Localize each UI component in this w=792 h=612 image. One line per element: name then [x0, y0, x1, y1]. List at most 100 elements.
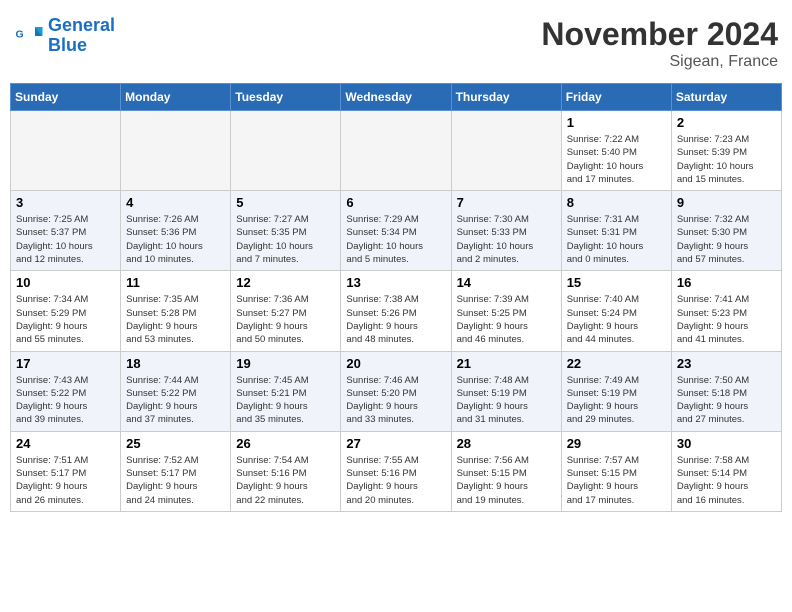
calendar-day-cell: 7 Sunrise: 7:30 AM Sunset: 5:33 PM Daylig… — [451, 191, 561, 271]
day-number: 6 — [346, 195, 445, 210]
day-info: Sunrise: 7:25 AM Sunset: 5:37 PM Dayligh… — [16, 213, 115, 266]
day-info: Sunrise: 7:22 AM Sunset: 5:40 PM Dayligh… — [567, 133, 666, 186]
calendar-day-cell — [231, 111, 341, 191]
calendar-day-cell: 24Sunrise: 7:51 AM Sunset: 5:17 PM Dayli… — [11, 431, 121, 511]
day-number: 22 — [567, 356, 666, 371]
calendar-day-cell: 11Sunrise: 7:35 AM Sunset: 5:28 PM Dayli… — [121, 271, 231, 351]
weekday-header: Monday — [121, 84, 231, 111]
calendar-day-cell: 19 Sunrise: 7:45 AM Sunset: 5:21 PM Dayli… — [231, 351, 341, 431]
day-info: Sunrise: 7:40 AM Sunset: 5:24 PM Dayligh… — [567, 293, 666, 346]
weekday-header: Sunday — [11, 84, 121, 111]
day-info: Sunrise: 7:41 AM Sunset: 5:23 PM Dayligh… — [677, 293, 776, 346]
calendar-day-cell: 25Sunrise: 7:52 AM Sunset: 5:17 PM Dayli… — [121, 431, 231, 511]
day-number: 2 — [677, 115, 776, 130]
calendar-day-cell: 5Sunrise: 7:27 AM Sunset: 5:35 PM Daylig… — [231, 191, 341, 271]
weekday-header: Wednesday — [341, 84, 451, 111]
day-info: Sunrise: 7:51 AM Sunset: 5:17 PM Dayligh… — [16, 454, 115, 507]
day-number: 5 — [236, 195, 335, 210]
day-number: 11 — [126, 275, 225, 290]
calendar-day-cell: 16 Sunrise: 7:41 AM Sunset: 5:23 PM Dayli… — [671, 271, 781, 351]
day-info: Sunrise: 7:26 AM Sunset: 5:36 PM Dayligh… — [126, 213, 225, 266]
day-info: Sunrise: 7:32 AM Sunset: 5:30 PM Dayligh… — [677, 213, 776, 266]
calendar-header-row: SundayMondayTuesdayWednesdayThursdayFrid… — [11, 84, 782, 111]
calendar-day-cell: 3 Sunrise: 7:25 AM Sunset: 5:37 PM Daylig… — [11, 191, 121, 271]
day-info: Sunrise: 7:54 AM Sunset: 5:16 PM Dayligh… — [236, 454, 335, 507]
calendar-week-row: 3 Sunrise: 7:25 AM Sunset: 5:37 PM Daylig… — [11, 191, 782, 271]
calendar-day-cell: 23 Sunrise: 7:50 AM Sunset: 5:18 PM Dayli… — [671, 351, 781, 431]
calendar-day-cell: 17 Sunrise: 7:43 AM Sunset: 5:22 PM Dayli… — [11, 351, 121, 431]
day-number: 12 — [236, 275, 335, 290]
logo-text-general: General — [48, 16, 115, 36]
calendar-day-cell: 27 Sunrise: 7:55 AM Sunset: 5:16 PM Dayli… — [341, 431, 451, 511]
day-number: 21 — [457, 356, 556, 371]
day-info: Sunrise: 7:43 AM Sunset: 5:22 PM Dayligh… — [16, 374, 115, 427]
day-number: 16 — [677, 275, 776, 290]
day-number: 25 — [126, 436, 225, 451]
day-number: 26 — [236, 436, 335, 451]
day-number: 19 — [236, 356, 335, 371]
logo: G General Blue — [14, 16, 115, 56]
day-number: 1 — [567, 115, 666, 130]
calendar-day-cell: 20Sunrise: 7:46 AM Sunset: 5:20 PM Dayli… — [341, 351, 451, 431]
day-info: Sunrise: 7:45 AM Sunset: 5:21 PM Dayligh… — [236, 374, 335, 427]
calendar-day-cell: 21 Sunrise: 7:48 AM Sunset: 5:19 PM Dayli… — [451, 351, 561, 431]
day-number: 14 — [457, 275, 556, 290]
day-number: 15 — [567, 275, 666, 290]
day-number: 17 — [16, 356, 115, 371]
weekday-header: Saturday — [671, 84, 781, 111]
calendar-day-cell: 8Sunrise: 7:31 AM Sunset: 5:31 PM Daylig… — [561, 191, 671, 271]
day-number: 27 — [346, 436, 445, 451]
calendar-day-cell: 2 Sunrise: 7:23 AM Sunset: 5:39 PM Daylig… — [671, 111, 781, 191]
calendar-day-cell: 15 Sunrise: 7:40 AM Sunset: 5:24 PM Dayli… — [561, 271, 671, 351]
day-info: Sunrise: 7:58 AM Sunset: 5:14 PM Dayligh… — [677, 454, 776, 507]
day-info: Sunrise: 7:38 AM Sunset: 5:26 PM Dayligh… — [346, 293, 445, 346]
calendar-week-row: 1 Sunrise: 7:22 AM Sunset: 5:40 PM Daylig… — [11, 111, 782, 191]
day-info: Sunrise: 7:56 AM Sunset: 5:15 PM Dayligh… — [457, 454, 556, 507]
calendar-table: SundayMondayTuesdayWednesdayThursdayFrid… — [10, 83, 782, 512]
calendar-day-cell — [341, 111, 451, 191]
day-number: 29 — [567, 436, 666, 451]
day-number: 8 — [567, 195, 666, 210]
day-info: Sunrise: 7:23 AM Sunset: 5:39 PM Dayligh… — [677, 133, 776, 186]
weekday-header: Friday — [561, 84, 671, 111]
calendar-day-cell: 13 Sunrise: 7:38 AM Sunset: 5:26 PM Dayli… — [341, 271, 451, 351]
calendar-day-cell: 12 Sunrise: 7:36 AM Sunset: 5:27 PM Dayli… — [231, 271, 341, 351]
svg-text:G: G — [16, 28, 24, 40]
day-number: 20 — [346, 356, 445, 371]
day-number: 4 — [126, 195, 225, 210]
day-info: Sunrise: 7:36 AM Sunset: 5:27 PM Dayligh… — [236, 293, 335, 346]
month-title: November 2024 — [541, 16, 778, 53]
day-info: Sunrise: 7:30 AM Sunset: 5:33 PM Dayligh… — [457, 213, 556, 266]
day-number: 10 — [16, 275, 115, 290]
day-number: 13 — [346, 275, 445, 290]
day-info: Sunrise: 7:44 AM Sunset: 5:22 PM Dayligh… — [126, 374, 225, 427]
calendar-day-cell: 28Sunrise: 7:56 AM Sunset: 5:15 PM Dayli… — [451, 431, 561, 511]
day-info: Sunrise: 7:50 AM Sunset: 5:18 PM Dayligh… — [677, 374, 776, 427]
calendar-day-cell: 22 Sunrise: 7:49 AM Sunset: 5:19 PM Dayli… — [561, 351, 671, 431]
calendar-day-cell: 10Sunrise: 7:34 AM Sunset: 5:29 PM Dayli… — [11, 271, 121, 351]
title-area: November 2024 Sigean, France — [541, 16, 778, 71]
logo-icon: G — [14, 21, 44, 51]
calendar-week-row: 10Sunrise: 7:34 AM Sunset: 5:29 PM Dayli… — [11, 271, 782, 351]
day-info: Sunrise: 7:49 AM Sunset: 5:19 PM Dayligh… — [567, 374, 666, 427]
day-number: 18 — [126, 356, 225, 371]
calendar-day-cell: 9 Sunrise: 7:32 AM Sunset: 5:30 PM Daylig… — [671, 191, 781, 271]
calendar-week-row: 17 Sunrise: 7:43 AM Sunset: 5:22 PM Dayli… — [11, 351, 782, 431]
day-info: Sunrise: 7:57 AM Sunset: 5:15 PM Dayligh… — [567, 454, 666, 507]
day-info: Sunrise: 7:48 AM Sunset: 5:19 PM Dayligh… — [457, 374, 556, 427]
day-info: Sunrise: 7:55 AM Sunset: 5:16 PM Dayligh… — [346, 454, 445, 507]
weekday-header: Tuesday — [231, 84, 341, 111]
calendar-day-cell: 18 Sunrise: 7:44 AM Sunset: 5:22 PM Dayli… — [121, 351, 231, 431]
calendar-day-cell: 4 Sunrise: 7:26 AM Sunset: 5:36 PM Daylig… — [121, 191, 231, 271]
calendar-day-cell: 1 Sunrise: 7:22 AM Sunset: 5:40 PM Daylig… — [561, 111, 671, 191]
day-number: 30 — [677, 436, 776, 451]
day-number: 23 — [677, 356, 776, 371]
calendar-day-cell: 6Sunrise: 7:29 AM Sunset: 5:34 PM Daylig… — [341, 191, 451, 271]
logo-text-blue: Blue — [48, 36, 115, 56]
calendar-day-cell: 14Sunrise: 7:39 AM Sunset: 5:25 PM Dayli… — [451, 271, 561, 351]
day-number: 3 — [16, 195, 115, 210]
calendar-week-row: 24Sunrise: 7:51 AM Sunset: 5:17 PM Dayli… — [11, 431, 782, 511]
day-number: 9 — [677, 195, 776, 210]
day-number: 7 — [457, 195, 556, 210]
calendar-day-cell — [11, 111, 121, 191]
